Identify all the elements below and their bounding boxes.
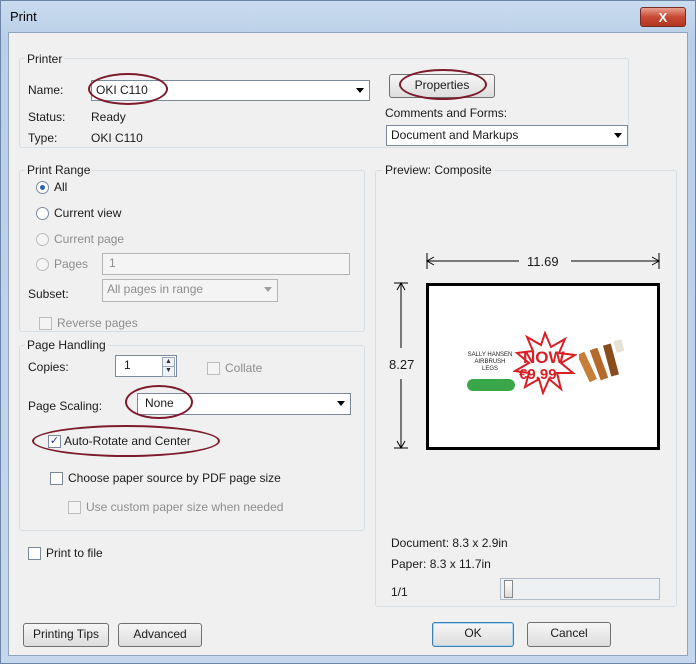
height-dimension: 8.27 — [389, 357, 415, 372]
close-icon: X — [658, 10, 668, 25]
page-slider-thumb[interactable] — [504, 580, 513, 598]
print-dialog-window: Print X Printer Name: OKI C110 Status: R… — [0, 0, 696, 664]
preview-page: SALLY HANSEN AIRBRUSH LEGS NOW €9,99 — [426, 283, 660, 450]
page-slider-track[interactable] — [500, 578, 660, 600]
ok-button[interactable]: OK — [432, 622, 514, 647]
cancel-button[interactable]: Cancel — [527, 622, 611, 647]
dialog-body: Printer Name: OKI C110 Status: Ready Typ… — [8, 32, 688, 656]
document-size: Document: 8.3 x 2.9in — [391, 536, 508, 550]
width-dimension: 11.69 — [527, 254, 559, 269]
ad-products-image — [579, 339, 625, 383]
printing-tips-button[interactable]: Printing Tips — [23, 623, 109, 647]
ad-brand-text: SALLY HANSEN AIRBRUSH LEGS — [467, 352, 513, 372]
close-button[interactable]: X — [640, 7, 686, 27]
page-indicator: 1/1 — [391, 585, 408, 599]
paper-size: Paper: 8.3 x 11.7in — [391, 557, 491, 571]
ad-green-badge — [467, 379, 515, 391]
ad-price-text: €9,99 — [519, 366, 557, 383]
ad-now-text: NOW — [523, 348, 565, 367]
title-bar[interactable]: Print X — [1, 1, 695, 31]
window-title: Print — [10, 9, 37, 24]
advanced-button[interactable]: Advanced — [118, 623, 202, 647]
